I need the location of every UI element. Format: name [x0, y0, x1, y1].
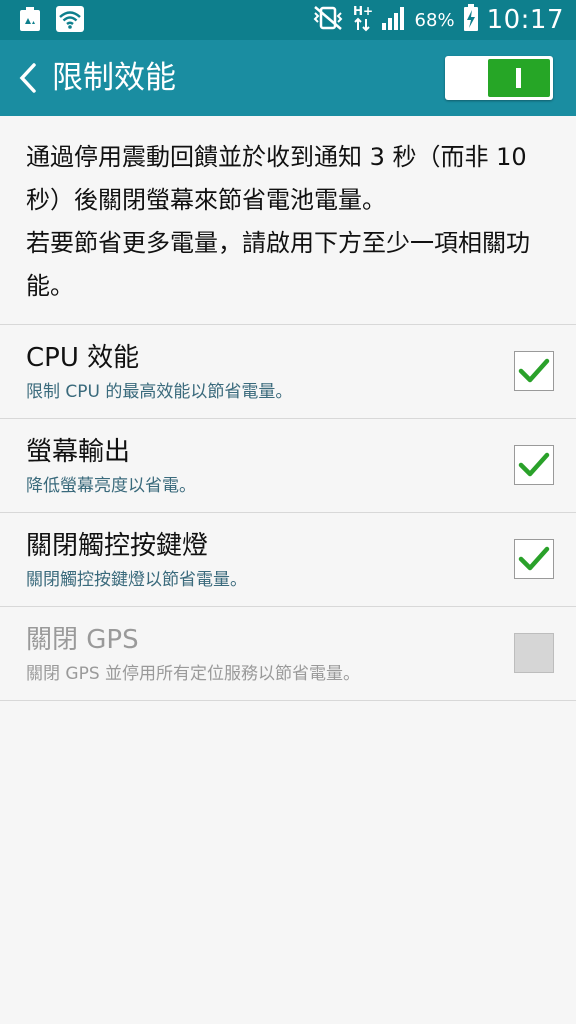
checkmark-icon — [518, 452, 550, 477]
checkmark-icon — [518, 546, 550, 571]
setting-screen-output[interactable]: 螢幕輸出 降低螢幕亮度以省電。 — [0, 418, 576, 512]
setting-summary: 限制 CPU 的最高效能以節省電量。 — [26, 382, 293, 402]
settings-list: CPU 效能 限制 CPU 的最高效能以節省電量。 螢幕輸出 降低螢幕亮度以省電… — [0, 324, 576, 701]
touch-key-light-checkbox[interactable] — [514, 539, 554, 579]
chevron-left-icon — [19, 63, 36, 93]
setting-title: 螢幕輸出 — [26, 437, 131, 467]
setting-summary: 關閉 GPS 並停用所有定位服務以節省電量。 — [26, 664, 361, 684]
clock: 10:17 — [486, 5, 564, 35]
page-title: 限制效能 — [52, 60, 176, 96]
recycle-icon — [18, 6, 42, 36]
cpu-performance-checkbox[interactable] — [514, 351, 554, 391]
setting-title: CPU 效能 — [26, 343, 140, 373]
signal-icon — [381, 5, 407, 35]
screen-output-checkbox[interactable] — [514, 445, 554, 485]
setting-title: 關閉 GPS — [26, 625, 139, 655]
master-switch[interactable] — [445, 56, 553, 100]
description-line-2: 若要節省更多電量，請啟用下方至少一項相關功能。 — [26, 229, 530, 300]
app-bar: 限制效能 — [0, 40, 576, 116]
status-right-icons: H+ 68% 10:17 — [311, 4, 564, 36]
setting-gps[interactable]: 關閉 GPS 關閉 GPS 並停用所有定位服務以節省電量。 — [0, 606, 576, 701]
hplus-data-icon: H+ — [353, 4, 373, 36]
description-line-1: 通過停用震動回饋並於收到通知 3 秒（而非 10 秒）後關閉螢幕來節省電池電量。 — [26, 143, 527, 214]
wifi-icon — [56, 6, 84, 36]
mute-vibrate-icon — [311, 5, 345, 35]
switch-thumb — [488, 59, 550, 97]
status-bar: H+ 68% 10:17 — [0, 0, 576, 40]
battery-charging-icon — [463, 4, 479, 36]
setting-touch-key-light[interactable]: 關閉觸控按鍵燈 關閉觸控按鍵燈以節省電量。 — [0, 512, 576, 606]
setting-summary: 降低螢幕亮度以省電。 — [26, 476, 196, 496]
setting-summary: 關閉觸控按鍵燈以節省電量。 — [26, 570, 247, 590]
back-button[interactable] — [10, 58, 46, 98]
battery-percent: 68% — [414, 9, 455, 31]
setting-cpu-performance[interactable]: CPU 效能 限制 CPU 的最高效能以節省電量。 — [0, 324, 576, 418]
description: 通過停用震動回饋並於收到通知 3 秒（而非 10 秒）後關閉螢幕來節省電池電量。… — [26, 136, 556, 308]
checkmark-icon — [518, 358, 550, 383]
status-left-icons — [18, 6, 84, 36]
network-type-label: H+ — [353, 4, 373, 18]
setting-title: 關閉觸控按鍵燈 — [26, 531, 209, 561]
switch-on-indicator — [516, 68, 521, 88]
gps-checkbox[interactable] — [514, 633, 554, 673]
